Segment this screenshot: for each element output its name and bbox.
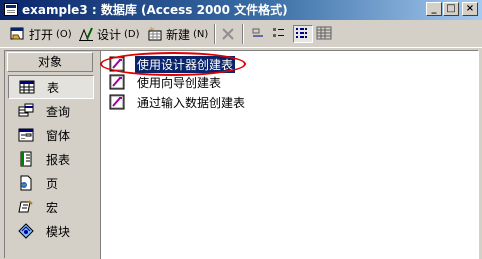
- sidebar-item-macros[interactable]: 宏: [8, 195, 94, 219]
- list-view-button[interactable]: [293, 25, 313, 43]
- sidebar-item-pages[interactable]: 页: [8, 171, 94, 195]
- delete-button[interactable]: [220, 24, 239, 44]
- new-icon: [147, 26, 163, 42]
- list-item-label: 通过输入数据创建表: [137, 95, 246, 110]
- design-button[interactable]: 设计 (D): [78, 24, 140, 44]
- sidebar-item-reports[interactable]: 报表: [8, 147, 94, 171]
- title-bar[interactable]: example3 : 数据库 (Access 2000 文件格式) _ □ ×: [0, 0, 482, 20]
- small-icons-icon: [273, 28, 284, 37]
- form-icon: [18, 127, 34, 143]
- large-icons-icon: [252, 28, 263, 37]
- new-button[interactable]: 新建 (N): [147, 24, 208, 44]
- small-icons-view-button[interactable]: [271, 25, 291, 43]
- open-shortcut: (O): [56, 28, 72, 40]
- object-list: 使用设计器创建表 使用向导创建表 通过输入数据创建表: [101, 51, 479, 259]
- list-item-create-data-entry[interactable]: 通过输入数据创建表: [109, 93, 247, 111]
- create-table-icon: [109, 94, 125, 110]
- objects-header[interactable]: 对象: [7, 52, 93, 72]
- new-label: 新建: [166, 27, 191, 42]
- list-item-create-wizard[interactable]: 使用向导创建表: [109, 73, 223, 91]
- sidebar-item-queries[interactable]: 查询: [8, 99, 94, 123]
- sidebar-item-forms[interactable]: 窗体: [8, 123, 94, 147]
- sidebar-item-modules[interactable]: 模块: [8, 219, 94, 243]
- list-item-label: 使用设计器创建表: [133, 54, 237, 74]
- open-label: 打开: [29, 27, 54, 42]
- open-button[interactable]: 打开 (O): [10, 24, 72, 44]
- delete-icon: [220, 26, 236, 42]
- create-table-icon: [109, 56, 125, 72]
- toolbar-separator: [242, 24, 244, 44]
- close-button[interactable]: ×: [462, 2, 478, 16]
- page-icon: [18, 175, 34, 191]
- window-title: example3 : 数据库 (Access 2000 文件格式): [22, 3, 288, 17]
- toolbar-separator: [214, 24, 216, 44]
- open-icon: [10, 26, 26, 42]
- large-icons-view-button[interactable]: [249, 25, 269, 43]
- design-shortcut: (D): [124, 28, 140, 40]
- toolbar: 打开 (O) 设计 (D) 新建 (N): [0, 20, 482, 48]
- sidebar-item-label: 报表: [46, 152, 71, 167]
- sidebar-item-label: 宏: [46, 200, 59, 215]
- details-view-icon: [316, 26, 332, 40]
- module-icon: [18, 223, 34, 239]
- sidebar-item-label: 表: [47, 80, 60, 95]
- report-icon: [18, 151, 34, 167]
- create-table-icon: [109, 74, 125, 90]
- database-panel: 对象 表 查询 窗体 报表 页 宏 模块 使用设计器创建表 使用向导创建表 通过…: [4, 50, 479, 259]
- objects-bar: 对象 表 查询 窗体 报表 页 宏 模块: [5, 51, 97, 259]
- details-view-button[interactable]: [315, 25, 335, 43]
- sidebar-item-label: 页: [46, 176, 59, 191]
- sidebar-item-label: 模块: [46, 224, 71, 239]
- design-icon: [78, 26, 94, 42]
- sidebar-item-label: 窗体: [46, 128, 71, 143]
- list-view-icon: [296, 28, 307, 38]
- sidebar-item-tables[interactable]: 表: [8, 75, 94, 99]
- macro-icon: [18, 199, 34, 215]
- query-icon: [18, 103, 34, 119]
- design-label: 设计: [97, 27, 122, 42]
- sidebar-item-label: 查询: [46, 104, 71, 119]
- list-item-label: 使用向导创建表: [137, 75, 222, 90]
- list-item-create-design[interactable]: 使用设计器创建表: [109, 54, 237, 74]
- database-window-icon: [4, 3, 18, 16]
- new-shortcut: (N): [193, 28, 209, 40]
- table-icon: [19, 79, 35, 95]
- minimize-button[interactable]: _: [426, 2, 442, 16]
- maximize-button[interactable]: □: [443, 2, 459, 16]
